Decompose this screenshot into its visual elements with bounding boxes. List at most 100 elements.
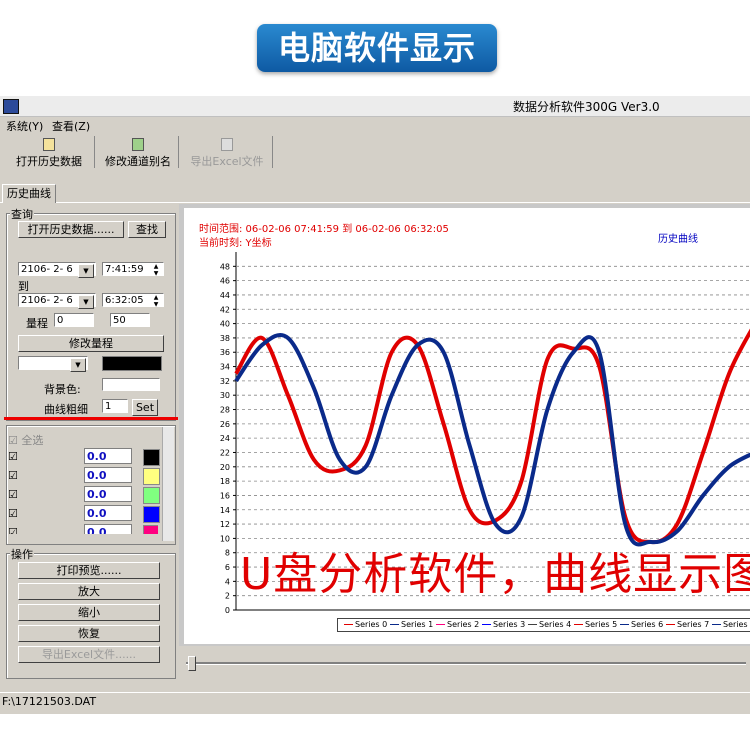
open-history-data-button[interactable]: 打开历史数据...... (18, 221, 124, 238)
legend-label: Series 6 (631, 620, 664, 629)
channel-checkbox[interactable]: ☑ (8, 526, 18, 534)
channel-row[interactable]: ☑ 0.0 (8, 448, 160, 466)
legend-label: Series 1 (401, 620, 434, 629)
y-tick-label: 10 (220, 534, 230, 543)
channel-color[interactable] (143, 506, 160, 523)
y-tick-label: 4 (225, 577, 230, 586)
operations-group-label: 操作 (10, 546, 34, 562)
menu-system[interactable]: 系统(Y) (6, 118, 43, 134)
channel-checkbox[interactable]: ☑ (8, 450, 18, 463)
end-date-value: 2106- 2- 6 (21, 295, 73, 306)
spinner-icon[interactable]: ▲ ▼ (150, 294, 162, 308)
start-time-field[interactable]: 7:41:59 ▲ ▼ (102, 262, 164, 277)
chart-title: 历史曲线 (658, 234, 698, 245)
spinner-icon[interactable]: ▲ ▼ (150, 263, 162, 277)
set-button[interactable]: Set (132, 399, 158, 416)
open-history-button[interactable]: 打开历史数据 (4, 136, 95, 168)
channel-checkbox[interactable]: ☑ (8, 469, 18, 482)
start-date-field[interactable]: 2106- 2- 6 ▼ (18, 262, 96, 278)
channel-scrollbar[interactable] (162, 427, 174, 541)
zoom-in-button[interactable]: 放大 (18, 583, 160, 600)
legend-swatch (528, 624, 537, 625)
end-date-field[interactable]: 2106- 2- 6 ▼ (18, 293, 96, 309)
legend-entry: Series 4 (528, 619, 571, 631)
status-file: F:\17121503.DAT (2, 695, 97, 708)
channel-row[interactable]: ☑ 0.0 (8, 524, 158, 534)
thickness-label: 曲线粗细 (44, 403, 88, 416)
channel-value: 0.0 (84, 486, 132, 502)
tab-strip: 历史曲线 (0, 184, 750, 203)
chevron-down-icon[interactable]: ▼ (78, 264, 94, 278)
start-date-value: 2106- 2- 6 (21, 264, 73, 275)
y-tick-label: 8 (225, 549, 230, 558)
app-icon[interactable] (3, 99, 19, 114)
channel-value: 0.0 (84, 505, 132, 521)
channel-row[interactable]: ☑ 0.0 (8, 505, 160, 523)
export-icon (221, 138, 233, 151)
menu-view[interactable]: 查看(Z) (52, 118, 90, 134)
channel-color[interactable] (143, 468, 160, 485)
title-bar: 数据分析软件300G Ver3.0 (0, 96, 750, 117)
print-preview-button[interactable]: 打印预览...... (18, 562, 160, 579)
channel-row[interactable]: ☑ 0.0 (8, 486, 160, 504)
bg-color-label: 背景色: (44, 383, 81, 396)
to-label: 到 (18, 280, 29, 293)
legend-entry: Series 3 (482, 619, 525, 631)
select-all-row[interactable]: ☑ 全选 (8, 430, 158, 448)
range-min-field[interactable]: 0 (54, 313, 94, 327)
time-range-text: 时间范围: 06-02-06 07:41:59 到 06-02-06 06:32… (199, 224, 449, 235)
chevron-down-icon[interactable]: ▼ (70, 358, 86, 372)
left-panel: 查询 打开历史数据...... 查找 2106- 2- 6 ▼ 7:41:59 … (4, 204, 178, 684)
channel-color[interactable] (143, 525, 158, 534)
query-group-label: 查询 (10, 206, 34, 222)
y-tick-label: 6 (225, 563, 230, 572)
legend-swatch (482, 624, 491, 625)
slider-thumb[interactable] (188, 656, 196, 671)
channel-checkbox[interactable]: ☑ (8, 507, 18, 520)
channel-checkbox[interactable]: ☑ (8, 488, 18, 501)
legend-swatch (712, 624, 721, 625)
thickness-field[interactable]: 1 (102, 399, 128, 413)
status-bar: F:\17121503.DAT (0, 692, 750, 711)
y-tick-label: 12 (220, 520, 230, 529)
select-all-checkbox[interactable]: ☑ 全选 (8, 432, 43, 448)
channel-row[interactable]: ☑ 0.0 (8, 467, 160, 485)
channel-color[interactable] (143, 449, 160, 466)
bg-color-field[interactable] (102, 378, 160, 391)
export-excel-op-button[interactable]: 导出Excel文件...... (18, 646, 160, 663)
y-tick-label: 44 (220, 291, 230, 300)
select-all-label: 全选 (21, 434, 44, 447)
search-button[interactable]: 查找 (128, 221, 166, 238)
banner: 电脑软件显示 (257, 24, 497, 72)
y-tick-label: 14 (220, 506, 230, 515)
range-max-field[interactable]: 50 (110, 313, 150, 327)
y-tick-label: 28 (220, 406, 230, 415)
time-slider[interactable] (186, 656, 750, 671)
modify-range-button[interactable]: 修改量程 (18, 335, 164, 352)
rename-channel-button[interactable]: 修改通道别名 (98, 136, 179, 168)
tab-history-curve[interactable]: 历史曲线 (2, 184, 56, 203)
legend-entry: Series 6 (620, 619, 663, 631)
end-time-field[interactable]: 6:32:05 ▲ ▼ (102, 293, 164, 308)
legend-entry: Series 2 (436, 619, 479, 631)
legend-label: Series 3 (493, 620, 526, 629)
legend-swatch (574, 624, 583, 625)
line-color-swatch[interactable] (102, 356, 162, 371)
y-tick-label: 32 (220, 377, 230, 386)
channel-color[interactable] (143, 487, 160, 504)
channel-value: 0.0 (84, 467, 132, 483)
legend-label: Series 4 (539, 620, 572, 629)
y-tick-label: 30 (220, 391, 230, 400)
legend-swatch (666, 624, 675, 625)
chevron-down-icon[interactable]: ▼ (78, 295, 94, 309)
current-time-text: 当前时刻: Y坐标 (199, 238, 272, 249)
line-style-select[interactable]: ▼ (18, 356, 88, 372)
y-tick-label: 36 (220, 348, 230, 357)
zoom-out-button[interactable]: 缩小 (18, 604, 160, 621)
y-tick-label: 34 (220, 363, 230, 372)
restore-button[interactable]: 恢复 (18, 625, 160, 642)
export-excel-button[interactable]: 导出Excel文件 (182, 136, 273, 168)
series-line (234, 328, 750, 545)
range-label: 量程 (26, 317, 48, 330)
legend-label: Series 2 (447, 620, 480, 629)
